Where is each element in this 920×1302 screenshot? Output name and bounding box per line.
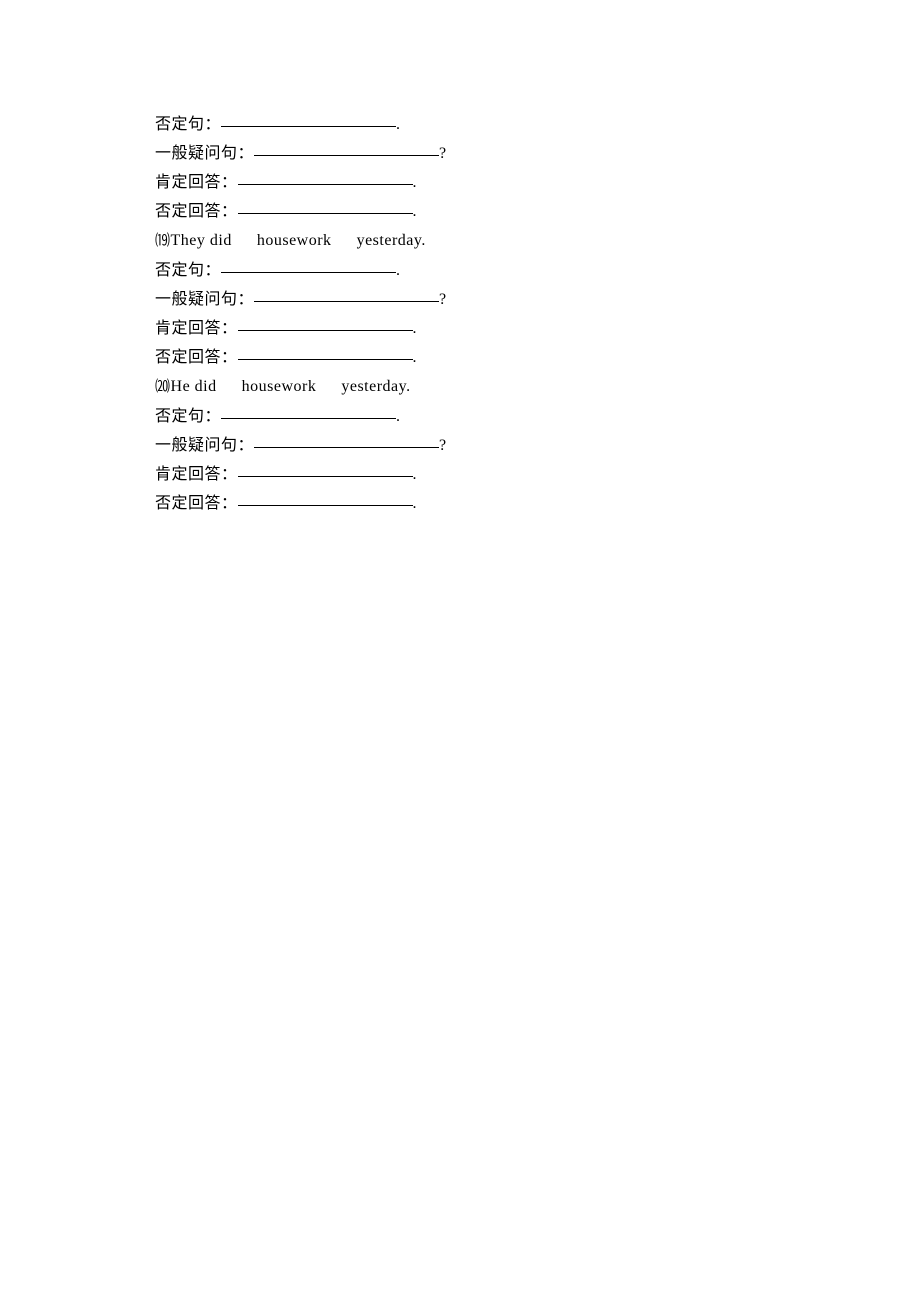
sentence-part: housework [242,378,317,395]
label-affirm-answer: 肯定回答： [155,320,238,337]
question-mark: ? [439,291,447,308]
affirm-answer-line: 肯定回答：. [155,168,920,197]
period: . [413,495,418,512]
label-neg-answer: 否定回答： [155,349,238,366]
period: . [413,466,418,483]
blank-input[interactable] [238,490,413,506]
neg-sentence-line: 否定句：. [155,110,920,139]
exercise-block: 否定句：. 一般疑问句：? 肯定回答：. 否定回答：. ⒆They did hou… [155,110,920,518]
period: . [396,408,401,425]
period: . [413,174,418,191]
blank-input[interactable] [221,403,396,419]
item-number-19: ⒆ [155,233,171,249]
sentence-part: yesterday. [341,378,410,395]
label-neg-sentence: 否定句： [155,408,221,425]
general-question-line: 一般疑问句：? [155,285,920,314]
label-general-question: 一般疑问句： [155,291,254,308]
period: . [413,203,418,220]
general-question-line: 一般疑问句：? [155,431,920,460]
affirm-answer-line: 肯定回答：. [155,314,920,343]
neg-answer-line: 否定回答：. [155,489,920,518]
neg-sentence-line: 否定句：. [155,402,920,431]
sentence-part: housework [257,232,332,249]
sentence-part: He did [171,378,217,395]
period: . [413,320,418,337]
label-general-question: 一般疑问句： [155,437,254,454]
label-affirm-answer: 肯定回答： [155,174,238,191]
neg-answer-line: 否定回答：. [155,197,920,226]
blank-input[interactable] [238,344,413,360]
item-20-sentence: ⒇He did housework yesterday. [155,372,920,402]
blank-input[interactable] [238,461,413,477]
label-neg-answer: 否定回答： [155,495,238,512]
item-19-sentence: ⒆They did housework yesterday. [155,226,920,256]
label-general-question: 一般疑问句： [155,145,254,162]
period: . [413,349,418,366]
period: . [396,116,401,133]
sentence-part: They did [171,232,232,249]
blank-input[interactable] [238,198,413,214]
label-neg-sentence: 否定句： [155,262,221,279]
blank-input[interactable] [238,169,413,185]
item-number-20: ⒇ [155,379,171,395]
general-question-line: 一般疑问句：? [155,139,920,168]
blank-input[interactable] [254,286,439,302]
label-neg-sentence: 否定句： [155,116,221,133]
blank-input[interactable] [238,315,413,331]
sentence-part: yesterday. [357,232,426,249]
label-affirm-answer: 肯定回答： [155,466,238,483]
neg-sentence-line: 否定句：. [155,256,920,285]
blank-input[interactable] [221,257,396,273]
neg-answer-line: 否定回答：. [155,343,920,372]
label-neg-answer: 否定回答： [155,203,238,220]
blank-input[interactable] [254,140,439,156]
affirm-answer-line: 肯定回答：. [155,460,920,489]
question-mark: ? [439,437,447,454]
question-mark: ? [439,145,447,162]
blank-input[interactable] [254,432,439,448]
period: . [396,262,401,279]
blank-input[interactable] [221,111,396,127]
